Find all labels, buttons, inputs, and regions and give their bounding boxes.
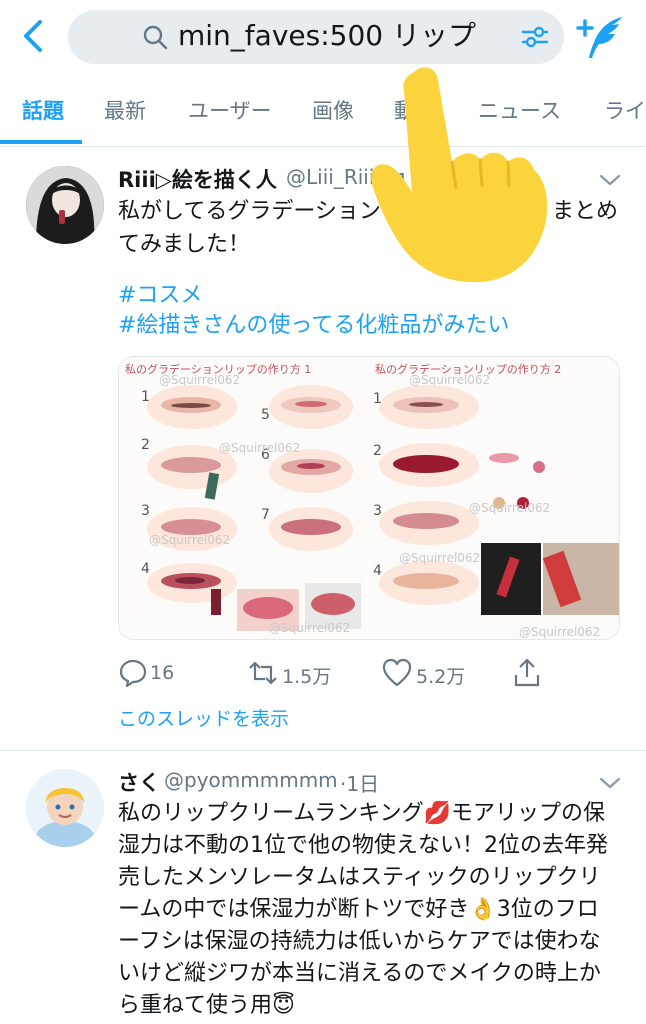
- tweet-text-line: いけど縦ジワが本当に消えるのでメイクの時上か: [118, 961, 601, 986]
- tweet-text-line: 私のリップクリームランキング💋モアリップの保: [118, 801, 605, 826]
- display-name[interactable]: Riii▷絵を描く人: [118, 164, 277, 194]
- avatar-image: [26, 166, 104, 244]
- watermark: @Squirrel062: [399, 551, 481, 565]
- watermark: @Squirrel062: [519, 625, 601, 639]
- retweet-count: 1.5万: [282, 666, 332, 688]
- tweet-text-line: 湿力は不動の1位で他の物使えない！2位の去年発: [118, 833, 608, 858]
- tweet-media[interactable]: 私のグラデーションリップの作り方 1 @Squirrel062 1 5 2 6 …: [118, 356, 620, 640]
- media-image-right[interactable]: 私のグラデーションリップの作り方 2 @Squirrel062 1 2 3 4 …: [369, 357, 619, 639]
- active-tab-indicator: [0, 140, 82, 144]
- tweet-text-line: ームの中では保湿力が断トツで好き👌3位のフロ: [118, 897, 599, 922]
- pointing-hand-icon: [371, 67, 548, 283]
- user-handle[interactable]: @Liii_Riii: [286, 165, 374, 189]
- chevron-down-icon[interactable]: [598, 172, 622, 188]
- tab-images[interactable]: 画像: [312, 84, 354, 144]
- tweet-text-line: まとめ: [552, 199, 619, 224]
- tweet-text-line: 売したメンソレータムはスティックのリップクリ: [118, 865, 601, 890]
- share-icon[interactable]: [512, 658, 542, 688]
- search-icon: [143, 25, 168, 50]
- media-image-left[interactable]: 私のグラデーションリップの作り方 1 @Squirrel062 1 5 2 6 …: [119, 357, 369, 639]
- watermark: @Squirrel062: [469, 501, 551, 515]
- tweet[interactable]: さく @pyommmmmm ·1日 私のリップクリームランキング💋モアリップの保…: [0, 751, 646, 1024]
- watermark: @Squirrel062: [219, 441, 301, 455]
- show-thread-link[interactable]: このスレッドを表示: [118, 704, 289, 731]
- hashtag-link[interactable]: #コスメ: [118, 279, 202, 312]
- like-count: 5.2万: [416, 666, 466, 688]
- filter-icon[interactable]: [520, 22, 550, 52]
- user-handle[interactable]: @pyommmmmm: [164, 768, 338, 792]
- watermark: @Squirrel062: [149, 533, 231, 547]
- tweet-time: ·1日: [340, 772, 380, 796]
- search-query[interactable]: min_faves:500 リップ: [178, 14, 476, 58]
- compose-tweet-icon[interactable]: [576, 14, 626, 60]
- retweet-icon[interactable]: [248, 658, 278, 688]
- avatar[interactable]: [26, 166, 104, 244]
- display-name[interactable]: さく: [118, 767, 160, 797]
- tweet-text-line: 私がしてるグラデーションリ: [118, 199, 403, 224]
- hashtag-link[interactable]: #絵描きさんの使ってる化粧品がみたい: [118, 309, 509, 342]
- tweet-text-line: ーフシは保湿の持続力は低いからケアでは使わな: [118, 929, 601, 954]
- watermark: @Squirrel062: [269, 621, 351, 635]
- avatar[interactable]: [26, 769, 104, 847]
- tweet-text-line: てみました！: [118, 232, 251, 257]
- tab-trending[interactable]: 話題: [22, 84, 64, 144]
- avatar-image: [26, 769, 104, 847]
- like-icon[interactable]: [382, 658, 412, 688]
- back-chevron-icon[interactable]: [18, 16, 50, 56]
- tab-users[interactable]: ユーザー: [188, 84, 272, 144]
- tab-latest[interactable]: 最新: [104, 84, 146, 144]
- tweet-text-line: ら重ねて使う用😇: [118, 993, 295, 1018]
- reply-count: 16: [150, 662, 175, 684]
- tab-live[interactable]: ライ: [604, 84, 646, 144]
- reply-icon[interactable]: [118, 658, 148, 688]
- chevron-down-icon[interactable]: [598, 775, 622, 791]
